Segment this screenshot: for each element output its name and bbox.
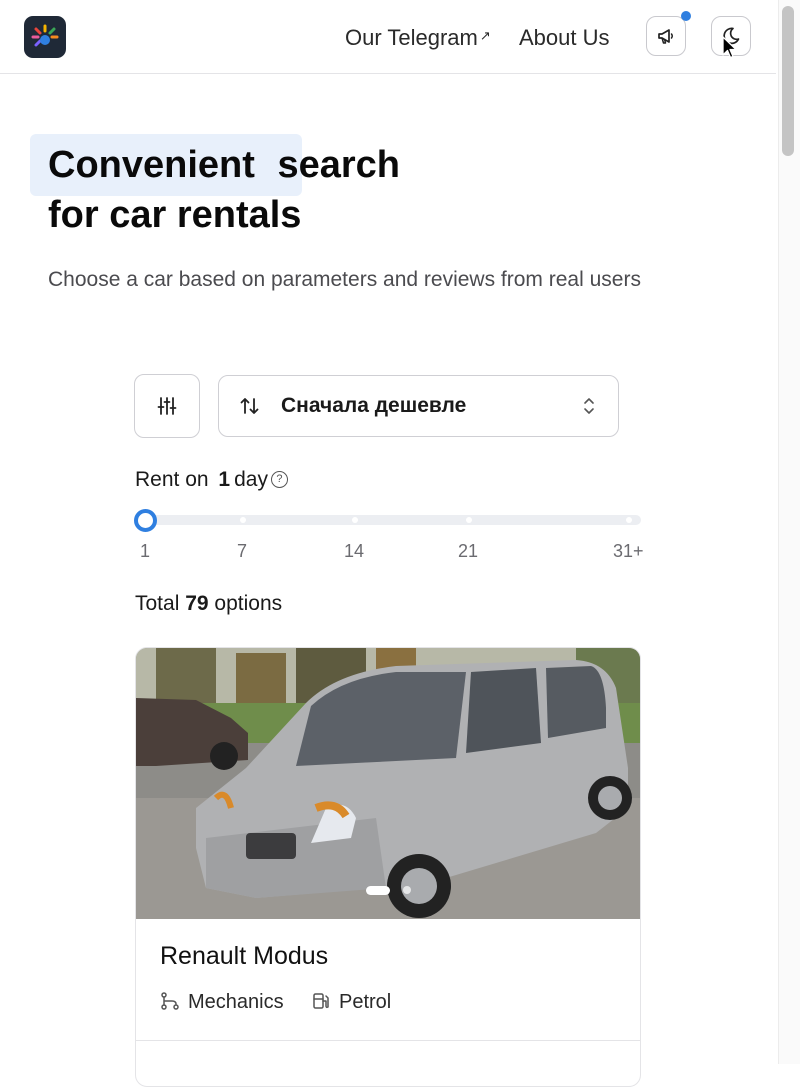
logo[interactable] <box>24 16 66 58</box>
chevron-up-down-icon <box>584 398 594 414</box>
gearbox-icon <box>161 992 179 1010</box>
transmission-spec: Mechanics <box>160 991 284 1014</box>
about-link[interactable]: About Us <box>519 24 610 52</box>
rent-days-slider-track[interactable] <box>145 515 641 525</box>
rent-days-slider-thumb[interactable] <box>134 509 157 532</box>
megaphone-icon <box>658 29 673 44</box>
telegram-link[interactable]: Our Telegram ↗ <box>345 24 491 52</box>
rent-prefix: Rent on <box>135 468 209 491</box>
sort-select[interactable]: Сначала дешевле <box>218 375 619 437</box>
external-link-icon: ↗ <box>479 28 491 43</box>
card-divider <box>136 1040 640 1041</box>
filters-button[interactable] <box>134 374 200 438</box>
car-photo[interactable] <box>136 648 641 919</box>
slider-mark-label: 14 <box>344 541 365 561</box>
telegram-link-label: Our Telegram <box>345 25 478 50</box>
title-line-2: for car rentals <box>48 194 302 236</box>
transmission-label: Mechanics <box>188 991 284 1013</box>
page-scrollbar[interactable] <box>778 0 800 1064</box>
slider-tick <box>466 517 472 523</box>
hero-title: Convenient search for car rentals <box>48 140 400 240</box>
car-name[interactable]: Renault Modus <box>160 942 328 971</box>
slider-mark-label: 21 <box>458 541 479 561</box>
rent-suffix: day <box>234 468 268 491</box>
rent-days-value: 1 <box>218 468 231 491</box>
top-header: Our Telegram ↗ About Us <box>0 0 776 74</box>
slider-tick <box>240 517 246 523</box>
scrollbar-thumb[interactable] <box>782 6 794 156</box>
notification-dot <box>681 11 691 21</box>
slider-mark-label: 1 <box>140 541 151 561</box>
sliders-icon <box>157 397 177 415</box>
sort-value: Сначала дешевле <box>281 394 467 417</box>
slider-tick <box>626 517 632 523</box>
slider-mark-label: 7 <box>237 541 248 561</box>
logo-icon <box>31 24 59 47</box>
question-circle-icon[interactable]: ? <box>270 471 288 488</box>
title-highlight-word: Convenient <box>48 144 255 186</box>
car-card[interactable]: Renault Modus Mechanics Petrol <box>135 647 641 1087</box>
announcements-button[interactable] <box>646 11 691 56</box>
page: Our Telegram ↗ About Us Convenient search… <box>0 0 776 1087</box>
fuel-pump-icon <box>313 993 329 1009</box>
total-options: Total 79 options <box>135 592 282 616</box>
rent-days-label: Rent on 1 day? <box>135 468 288 492</box>
slider-tick <box>352 517 358 523</box>
title-word-search: search <box>277 144 401 186</box>
total-count: 79 <box>185 592 209 615</box>
total-suffix: options <box>214 592 283 615</box>
hero-subtitle: Choose a car based on parameters and rev… <box>48 268 641 291</box>
mouse-cursor-icon <box>722 36 737 59</box>
slider-mark-label: 31+ <box>613 541 644 561</box>
fuel-spec: Petrol <box>311 991 391 1014</box>
fuel-label: Petrol <box>339 991 392 1013</box>
total-prefix: Total <box>135 592 180 615</box>
sort-arrows-icon <box>240 398 259 414</box>
